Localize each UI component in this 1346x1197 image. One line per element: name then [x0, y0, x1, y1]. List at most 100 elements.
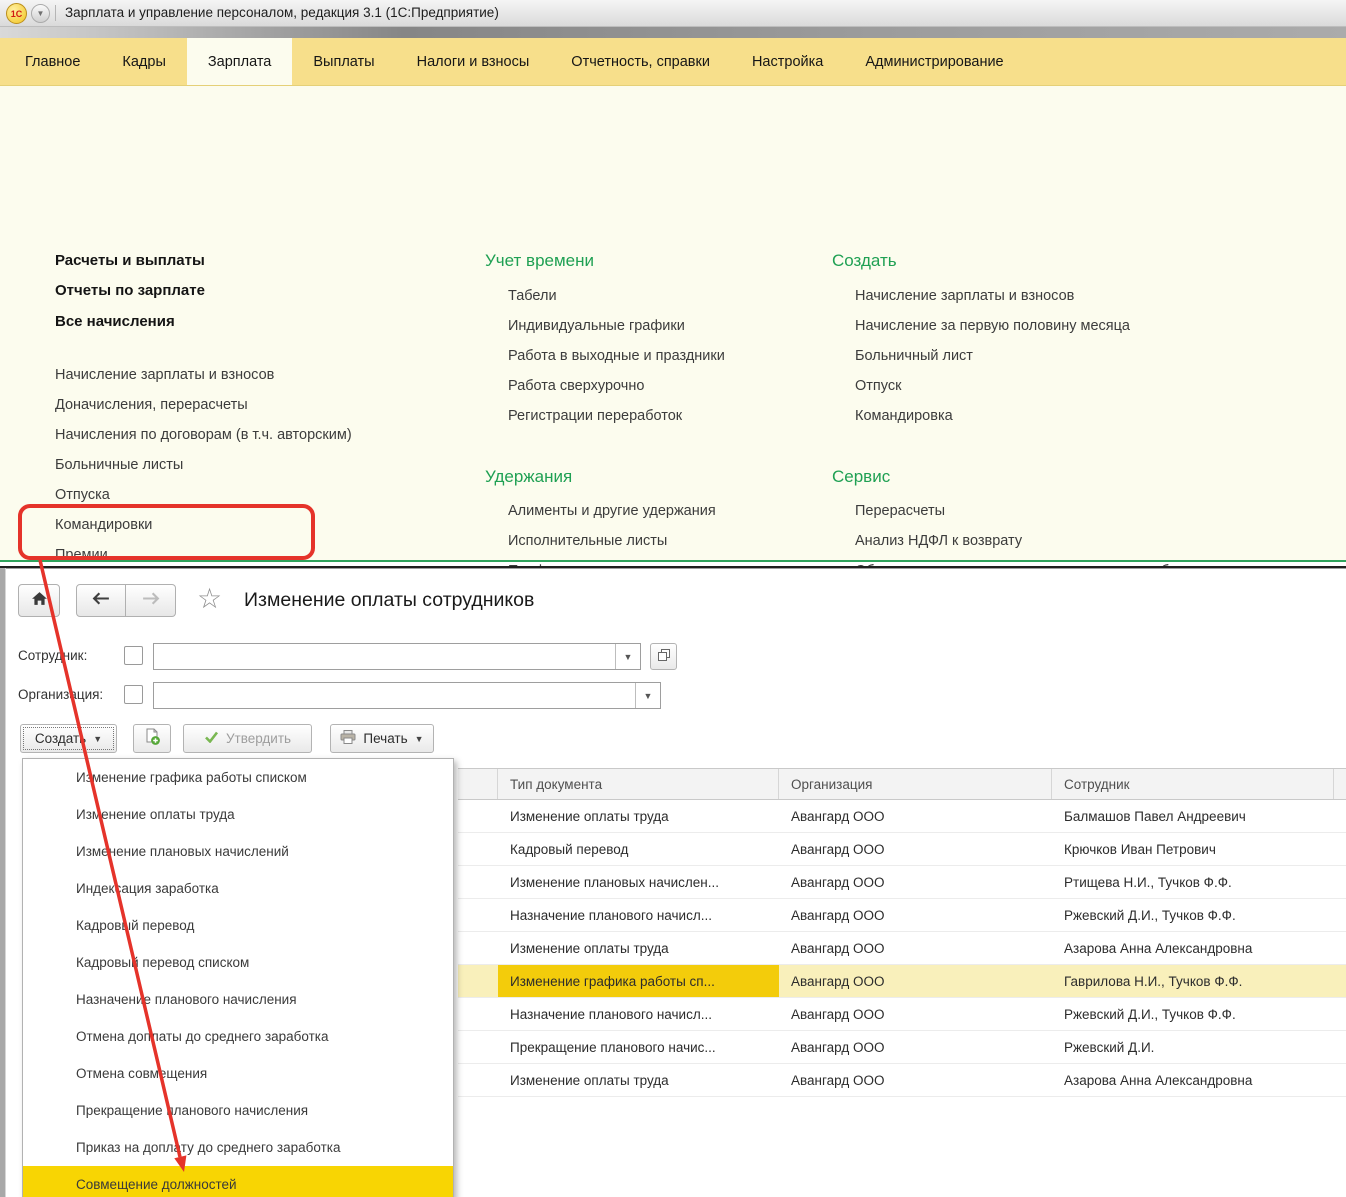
cell-employee[interactable]: Азарова Анна Александровна	[1052, 932, 1334, 964]
menu-link[interactable]: Отпуск	[855, 378, 901, 394]
system-menu-button[interactable]: ▼	[31, 4, 50, 23]
back-button[interactable]	[76, 584, 126, 617]
panel-bottom-line	[0, 560, 1346, 562]
menu-link[interactable]: Алименты и другие удержания	[508, 503, 716, 519]
home-button[interactable]	[18, 584, 60, 617]
cell-organization[interactable]: Авангард ООО	[779, 1031, 1052, 1063]
menu-link[interactable]: Начисление зарплаты и взносов	[855, 288, 1074, 304]
cell-employee[interactable]: Ртищева Н.И., Тучков Ф.Ф.	[1052, 866, 1334, 898]
cell-doc-type[interactable]: Изменение оплаты труда	[498, 1064, 779, 1096]
organization-filter-checkbox[interactable]	[124, 685, 143, 704]
menu-link[interactable]: Доначисления, перерасчеты	[55, 397, 248, 413]
chevron-down-icon[interactable]: ▼	[615, 644, 640, 669]
cell-organization[interactable]: Авангард ООО	[779, 833, 1052, 865]
cell-organization[interactable]: Авангард ООО	[779, 965, 1052, 997]
cell-doc-type[interactable]: Назначение планового начисл...	[498, 998, 779, 1030]
tab-taxes[interactable]: Налоги и взносы	[396, 38, 551, 85]
cell-organization[interactable]: Авангард ООО	[779, 866, 1052, 898]
cell-doc-type[interactable]: Прекращение планового начис...	[498, 1031, 779, 1063]
menu-link[interactable]: Работа в выходные и праздники	[508, 348, 725, 364]
cell-employee[interactable]: Гаврилова Н.И., Тучков Ф.Ф.	[1052, 965, 1334, 997]
menu-link[interactable]: Исполнительные листы	[508, 533, 667, 549]
menu-link[interactable]: Индивидуальные графики	[508, 318, 685, 334]
create-menu-item[interactable]: Изменение оплаты труда	[23, 796, 453, 833]
table-row[interactable]: Назначение планового начисл... Авангард …	[458, 899, 1346, 932]
create-menu-item[interactable]: Кадровый перевод	[23, 907, 453, 944]
chevron-down-icon[interactable]: ▼	[635, 683, 660, 708]
cell-employee[interactable]: Ржевский Д.И.	[1052, 1031, 1334, 1063]
cell-employee[interactable]: Балмашов Павел Андреевич	[1052, 800, 1334, 832]
table-row[interactable]: Изменение оплаты труда Авангард ООО Азар…	[458, 932, 1346, 965]
table-row[interactable]: Назначение планового начисл... Авангард …	[458, 998, 1346, 1031]
tab-main[interactable]: Главное	[4, 38, 101, 85]
cell-doc-type[interactable]: Кадровый перевод	[498, 833, 779, 865]
cell-employee[interactable]: Азарова Анна Александровна	[1052, 1064, 1334, 1096]
copy-document-button[interactable]	[133, 724, 171, 753]
column-header-organization[interactable]: Организация	[779, 769, 1052, 799]
menu-link[interactable]: Отпуска	[55, 487, 110, 503]
cell-organization[interactable]: Авангард ООО	[779, 932, 1052, 964]
cell-doc-type[interactable]: Изменение плановых начислен...	[498, 866, 779, 898]
cell-doc-type[interactable]: Изменение оплаты труда	[498, 932, 779, 964]
print-button-label: Печать	[363, 731, 407, 746]
favorite-star-icon[interactable]: ☆	[197, 585, 222, 613]
menu-link[interactable]: Регистрации переработок	[508, 408, 682, 424]
table-row[interactable]: Изменение плановых начислен... Авангард …	[458, 866, 1346, 899]
create-menu-item-job-combination[interactable]: Совмещение должностей	[23, 1166, 453, 1197]
tab-administration[interactable]: Администрирование	[844, 38, 1024, 85]
create-menu-item[interactable]: Индексация заработка	[23, 870, 453, 907]
table-row[interactable]: Изменение оплаты труда Авангард ООО Балм…	[458, 800, 1346, 833]
table-row-selected[interactable]: Изменение графика работы сп... Авангард …	[458, 965, 1346, 998]
create-menu-item[interactable]: Изменение плановых начислений	[23, 833, 453, 870]
menu-link[interactable]: Больничные листы	[55, 457, 183, 473]
menu-link[interactable]: Табели	[508, 288, 557, 304]
menu-link[interactable]: Начисление за первую половину месяца	[855, 318, 1130, 334]
cell-organization[interactable]: Авангард ООО	[779, 998, 1052, 1030]
cell-organization[interactable]: Авангард ООО	[779, 899, 1052, 931]
cell-employee[interactable]: Ржевский Д.И., Тучков Ф.Ф.	[1052, 998, 1334, 1030]
create-button[interactable]: Создать▼	[20, 724, 117, 753]
table-row[interactable]: Кадровый перевод Авангард ООО Крючков Ив…	[458, 833, 1346, 866]
menu-link[interactable]: Перерасчеты	[855, 503, 945, 519]
cell-doc-type-current[interactable]: Изменение графика работы сп...	[498, 965, 779, 997]
menu-link-calculations[interactable]: Расчеты и выплаты	[55, 252, 205, 269]
cell-doc-type[interactable]: Изменение оплаты труда	[498, 800, 779, 832]
menu-link[interactable]: Командировка	[855, 408, 953, 424]
cell-organization[interactable]: Авангард ООО	[779, 1064, 1052, 1096]
cell-employee[interactable]: Ржевский Д.И., Тучков Ф.Ф.	[1052, 899, 1334, 931]
tab-salary[interactable]: Зарплата	[187, 38, 293, 85]
column-header-employee[interactable]: Сотрудник	[1052, 769, 1334, 799]
employee-filter-checkbox[interactable]	[124, 646, 143, 665]
create-menu-item[interactable]: Кадровый перевод списком	[23, 944, 453, 981]
print-button[interactable]: Печать▼	[330, 724, 434, 753]
cell-employee[interactable]: Крючков Иван Петрович	[1052, 833, 1334, 865]
cell-doc-type[interactable]: Назначение планового начисл...	[498, 899, 779, 931]
menu-link[interactable]: Работа сверхурочно	[508, 378, 644, 394]
cell-organization[interactable]: Авангард ООО	[779, 800, 1052, 832]
employee-filter-input[interactable]: ▼	[153, 643, 641, 670]
menu-link[interactable]: Командировки	[55, 517, 152, 533]
create-menu-item[interactable]: Приказ на доплату до среднего заработка	[23, 1129, 453, 1166]
employee-open-button[interactable]	[650, 643, 677, 670]
table-row[interactable]: Прекращение планового начис... Авангард …	[458, 1031, 1346, 1064]
create-menu-item[interactable]: Отмена совмещения	[23, 1055, 453, 1092]
forward-button[interactable]	[126, 584, 176, 617]
create-menu-item[interactable]: Назначение планового начисления	[23, 981, 453, 1018]
tab-staff[interactable]: Кадры	[101, 38, 186, 85]
tab-reports[interactable]: Отчетность, справки	[550, 38, 731, 85]
create-menu-item[interactable]: Прекращение планового начисления	[23, 1092, 453, 1129]
column-header-doc-type[interactable]: Тип документа	[498, 769, 779, 799]
organization-filter-input[interactable]: ▼	[153, 682, 661, 709]
create-menu-item[interactable]: Отмена доплаты до среднего заработка	[23, 1018, 453, 1055]
approve-button[interactable]: Утвердить	[183, 724, 312, 753]
menu-link[interactable]: Начисления по договорам (в т.ч. авторски…	[55, 427, 352, 443]
menu-link[interactable]: Анализ НДФЛ к возврату	[855, 533, 1022, 549]
menu-link[interactable]: Больничный лист	[855, 348, 973, 364]
create-menu-item[interactable]: Изменение графика работы списком	[23, 759, 453, 796]
menu-link-all-accruals[interactable]: Все начисления	[55, 313, 175, 330]
menu-link[interactable]: Начисление зарплаты и взносов	[55, 367, 274, 383]
table-row[interactable]: Изменение оплаты труда Авангард ООО Азар…	[458, 1064, 1346, 1097]
menu-link-salary-reports[interactable]: Отчеты по зарплате	[55, 282, 205, 299]
tab-payments[interactable]: Выплаты	[292, 38, 395, 85]
tab-settings[interactable]: Настройка	[731, 38, 844, 85]
